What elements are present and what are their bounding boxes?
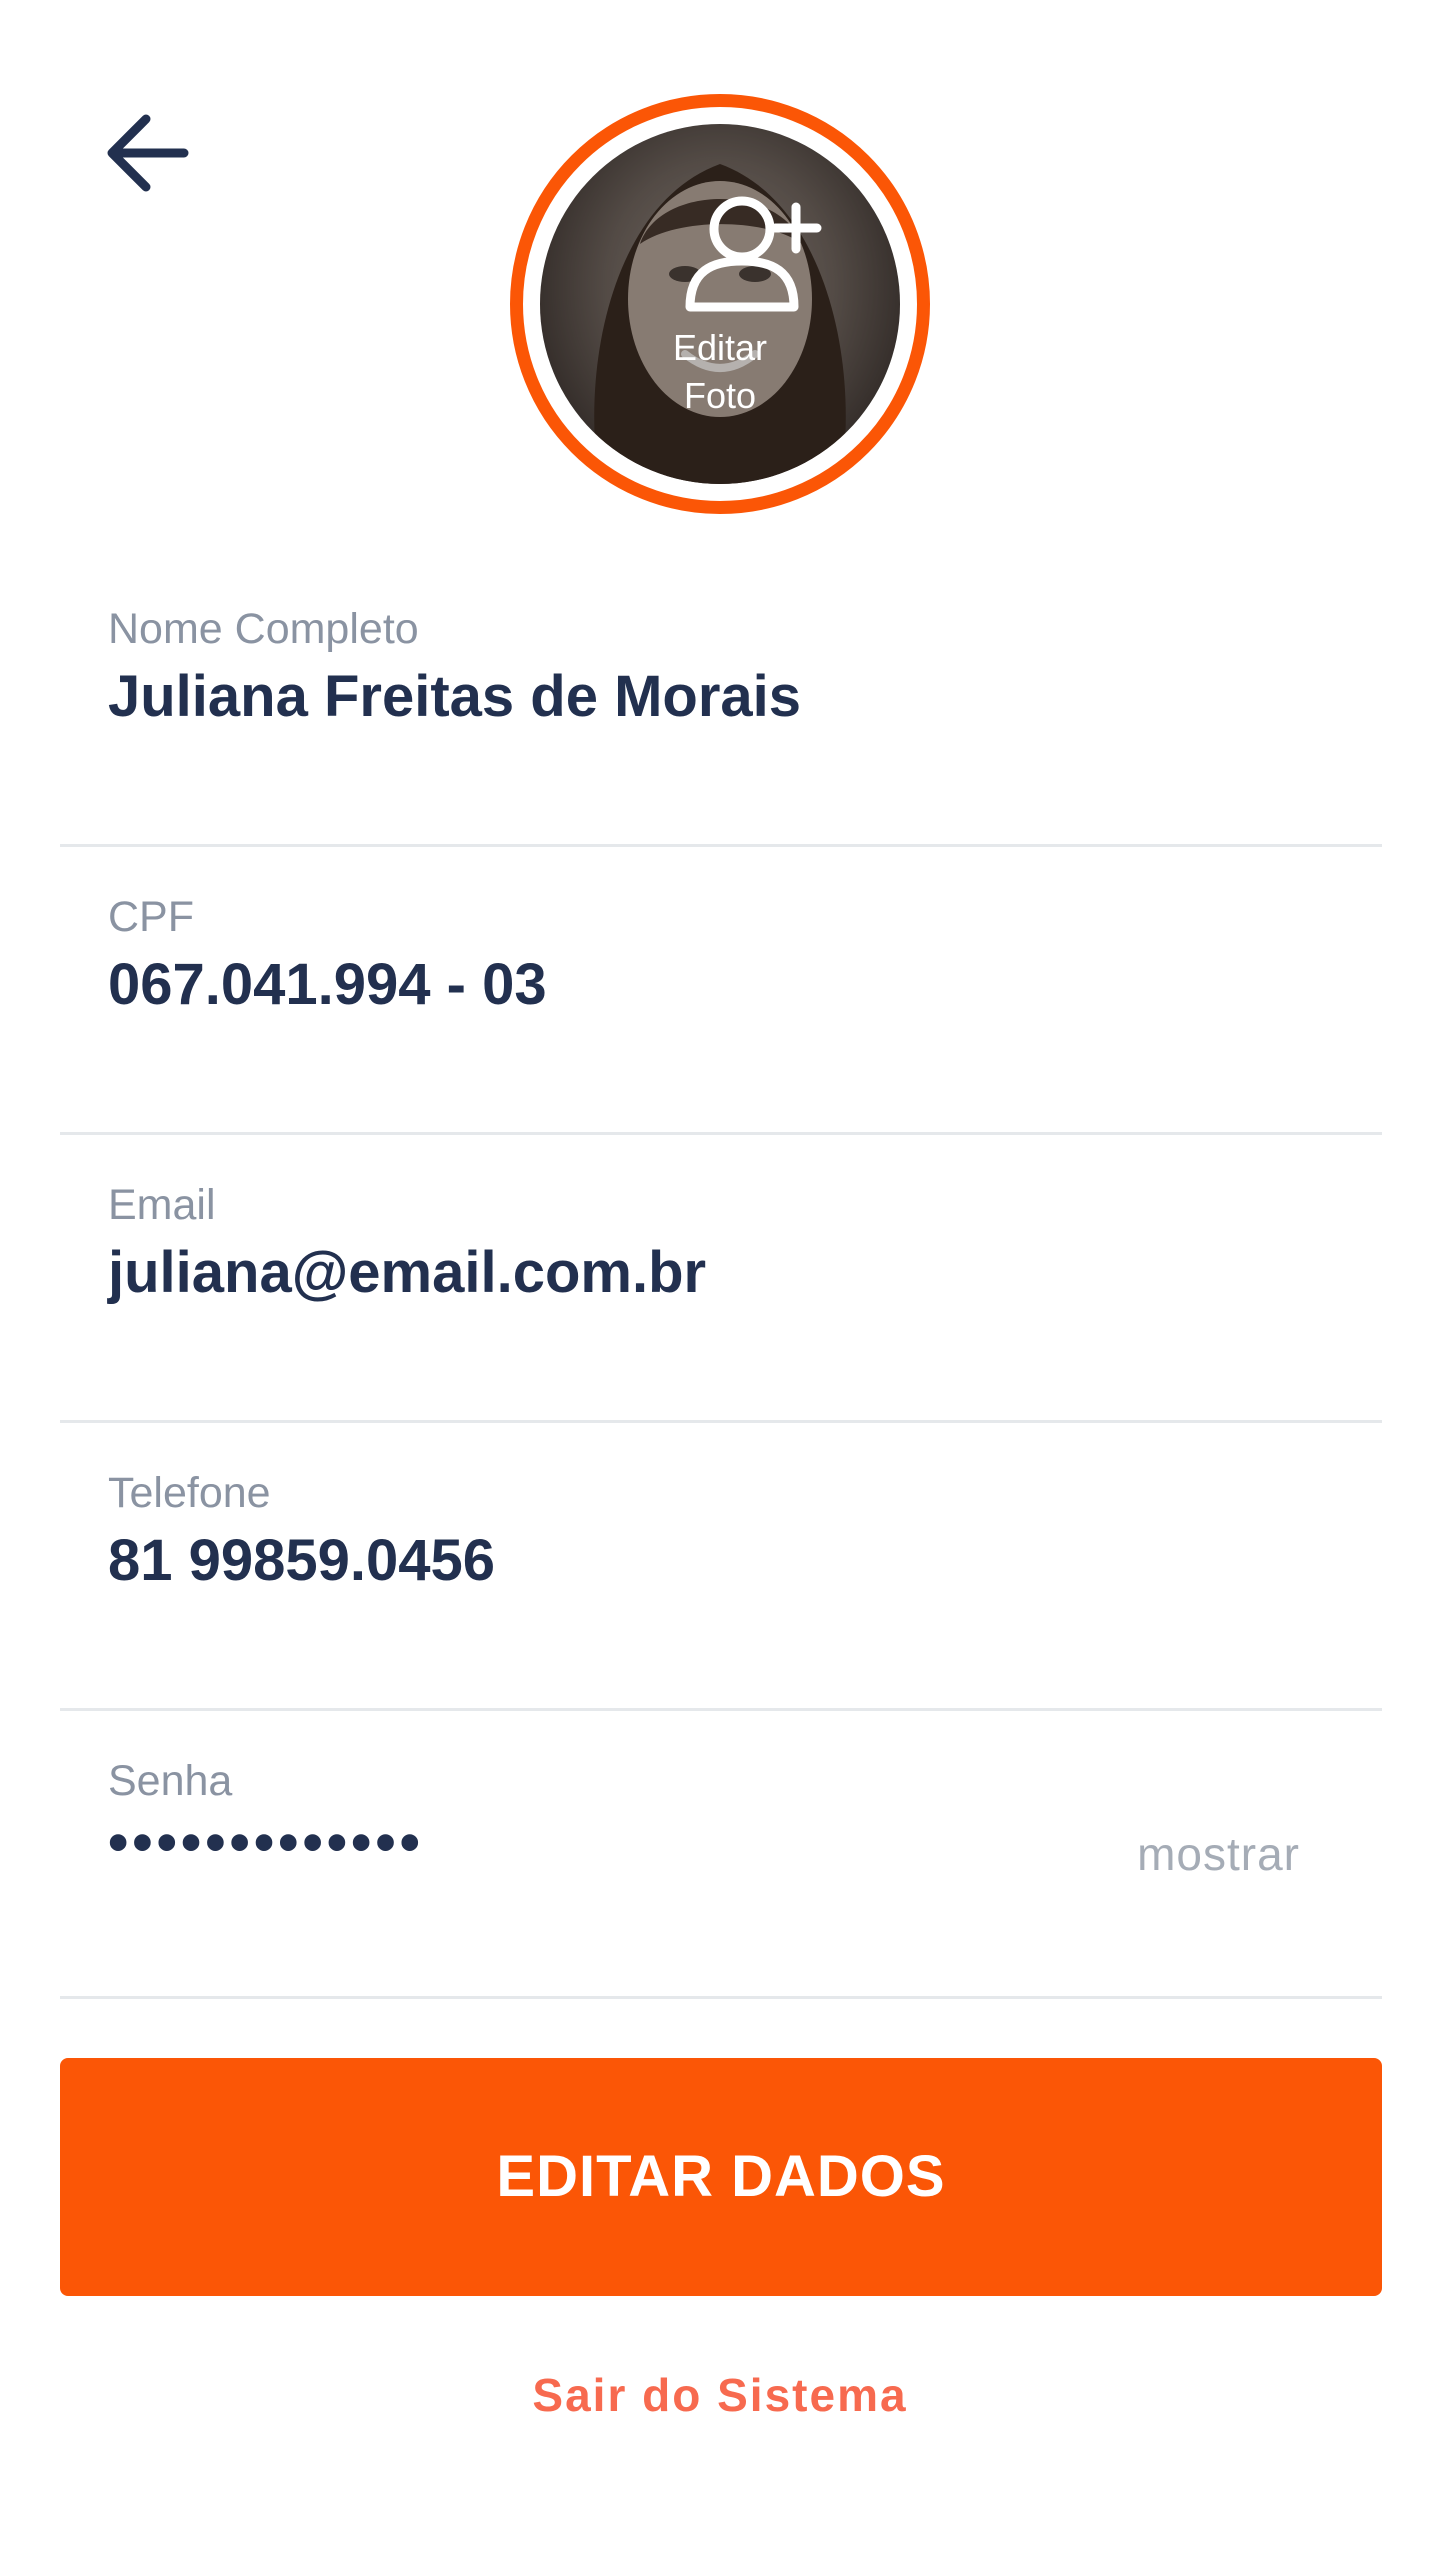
field-value: 067.041.994 - 03 — [108, 952, 547, 1017]
show-password-link[interactable]: mostrar — [1137, 1827, 1300, 1881]
edit-photo-button[interactable]: Editar Foto — [510, 94, 930, 514]
field-label: Email — [108, 1181, 216, 1229]
field-full-name: Nome Completo Juliana Freitas de Morais — [60, 565, 1382, 847]
field-phone: Telefone 81 99859.0456 — [60, 1429, 1382, 1711]
field-label: CPF — [108, 893, 194, 941]
field-label: Senha — [108, 1757, 233, 1805]
user-plus-icon — [685, 196, 822, 312]
logout-link[interactable]: Sair do Sistema — [0, 2368, 1440, 2422]
edit-photo-label-line2: Foto — [683, 375, 757, 416]
field-email: Email juliana@email.com.br — [60, 1141, 1382, 1423]
field-value: Juliana Freitas de Morais — [108, 664, 802, 729]
edit-photo-label-line1: Editar — [672, 327, 768, 368]
field-value: juliana@email.com.br — [108, 1240, 707, 1305]
field-label: Nome Completo — [108, 605, 419, 653]
edit-data-button[interactable]: EDITAR DADOS — [60, 2058, 1382, 2296]
password-value: ••••••••••••• — [108, 1810, 424, 1875]
arrow-left-icon — [107, 114, 189, 192]
field-cpf: CPF 067.041.994 - 03 — [60, 853, 1382, 1135]
avatar: Editar Foto — [540, 124, 900, 484]
field-label: Telefone — [108, 1469, 271, 1517]
back-button[interactable] — [98, 105, 194, 201]
field-value: 81 99859.0456 — [108, 1528, 496, 1593]
field-password: Senha ••••••••••••• mostrar — [60, 1717, 1382, 1999]
